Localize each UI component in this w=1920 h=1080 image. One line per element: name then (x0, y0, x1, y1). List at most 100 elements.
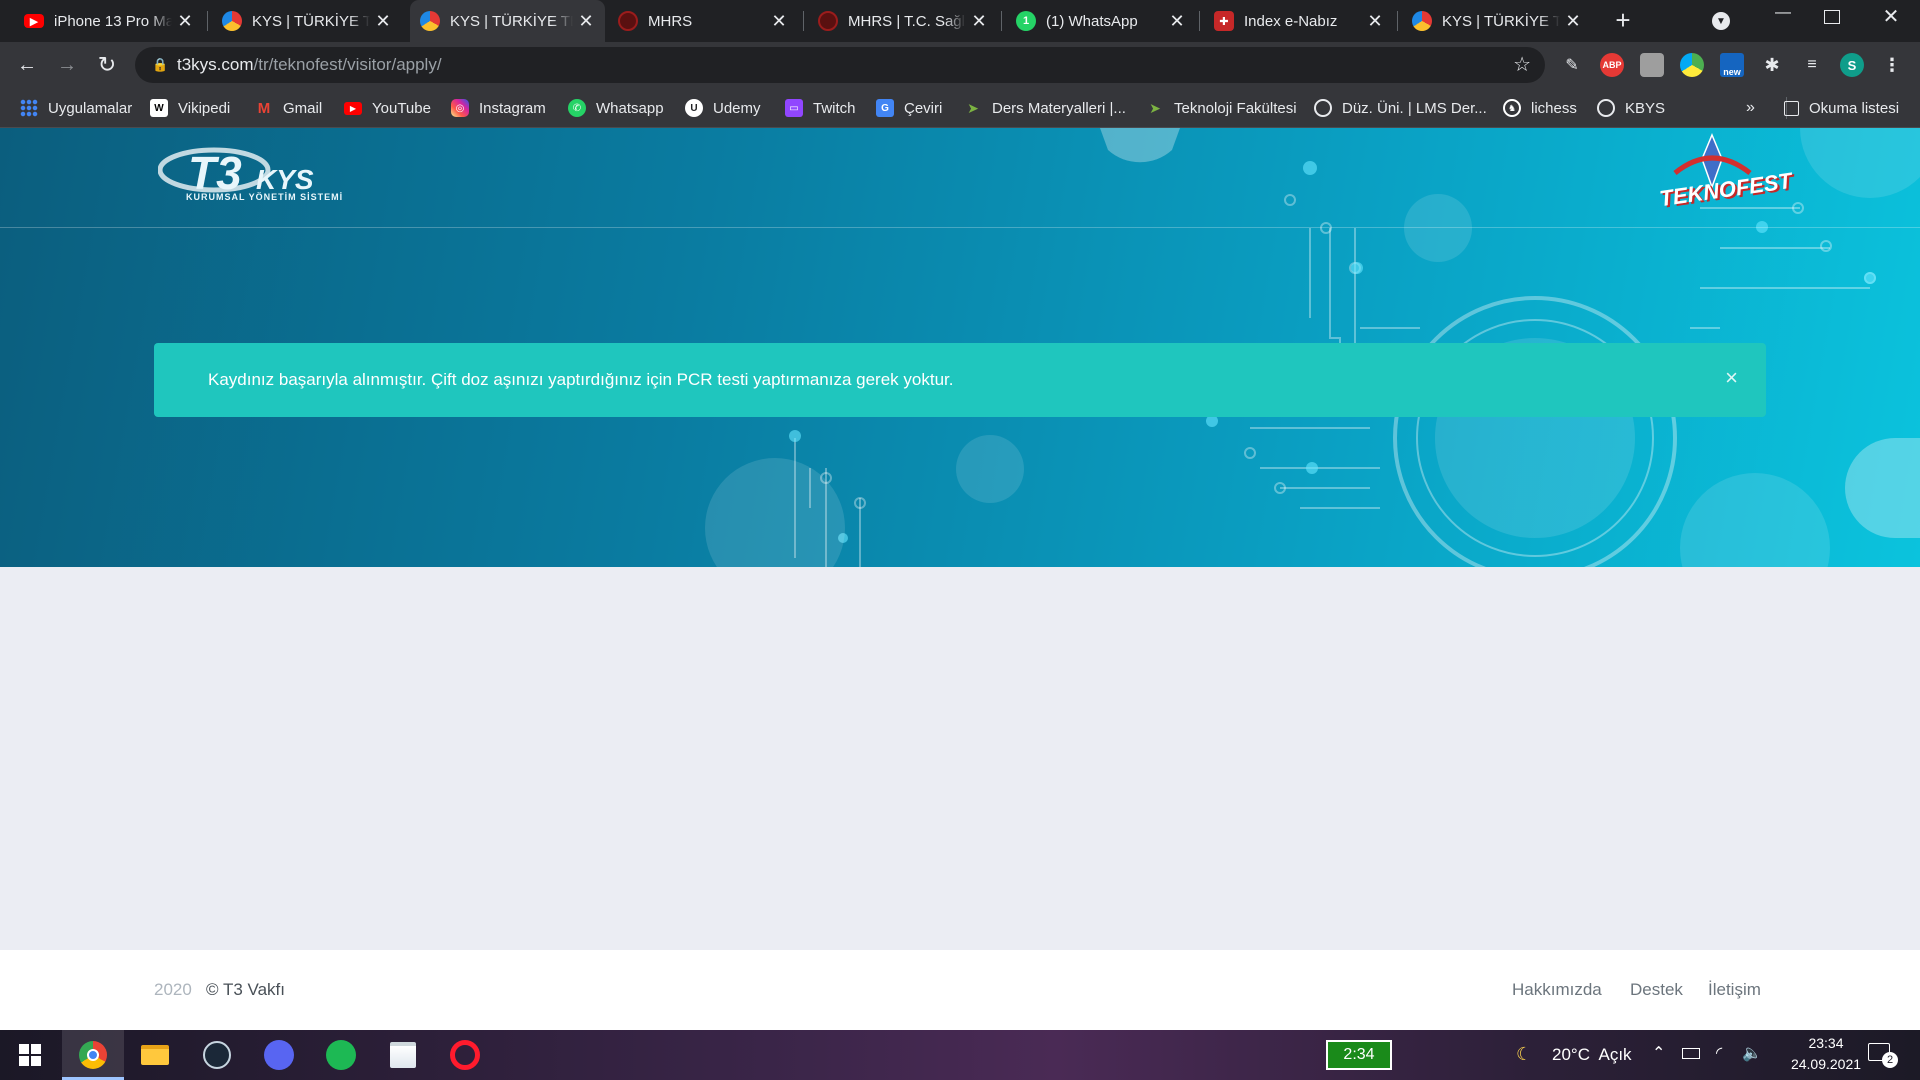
bookmark-ders-materyalleri[interactable]: ➤ Ders Materyalleri |... (964, 97, 1126, 119)
pen-extension-icon[interactable]: ✎ (1560, 53, 1584, 77)
mhrs-icon (618, 11, 638, 31)
chevron-up-icon[interactable]: ⌃ (1652, 1043, 1665, 1063)
apps-grid-icon (20, 99, 38, 117)
file-explorer-icon[interactable] (138, 1038, 172, 1072)
close-tab-icon[interactable]: ✕ (766, 11, 792, 32)
windows-start-icon[interactable] (13, 1038, 47, 1072)
kys-icon (420, 11, 440, 31)
gear-decoration-right (1845, 438, 1920, 538)
tab-4[interactable]: MHRS | T.C. Sağlık ✕ (808, 0, 998, 42)
bookmark-duz-uni-lms[interactable]: Düz. Üni. | LMS Der... (1314, 97, 1487, 119)
tab-search-icon[interactable]: ▼ (1712, 12, 1730, 30)
close-tab-icon[interactable]: ✕ (966, 11, 992, 32)
spotify-icon[interactable] (324, 1038, 358, 1072)
profile-avatar[interactable]: S (1840, 53, 1864, 77)
weather-moon-icon[interactable]: ☾ (1516, 1044, 1532, 1065)
battery-icon[interactable] (1682, 1048, 1700, 1059)
close-tab-icon[interactable]: ✕ (1164, 11, 1190, 32)
alert-close-button[interactable]: × (1725, 365, 1738, 391)
globe-icon (1597, 99, 1615, 117)
new-badge-extension-icon[interactable]: new (1720, 53, 1744, 77)
close-tab-icon[interactable]: ✕ (172, 11, 198, 32)
tab-5[interactable]: 1 (1) WhatsApp ✕ (1006, 0, 1196, 42)
extension-gray-icon[interactable] (1640, 53, 1664, 77)
bookmark-star-icon[interactable]: ☆ (1513, 47, 1531, 83)
close-tab-icon[interactable]: ✕ (1560, 11, 1586, 32)
t3kys-logo[interactable]: T3 KYS KURUMSAL YÖNETİM SİSTEMİ (157, 144, 383, 204)
microsoft-store-icon[interactable] (386, 1038, 420, 1072)
bookmark-teknoloji-fakultesi[interactable]: ➤ Teknoloji Fakültesi (1146, 97, 1296, 119)
close-window-button[interactable]: ✕ (1876, 4, 1906, 34)
back-button[interactable]: ← (12, 50, 42, 80)
tab-1[interactable]: KYS | TÜRKİYE TEK ✕ (212, 0, 402, 42)
footer-link-iletisim[interactable]: İletişim (1708, 980, 1761, 1000)
adblock-plus-icon[interactable]: ABP (1600, 53, 1624, 77)
url-path: /tr/teknofest/visitor/apply/ (253, 55, 442, 74)
whatsapp-icon: ✆ (568, 99, 586, 117)
footer-copyright: © T3 Vakfı (206, 980, 285, 999)
discord-icon[interactable] (262, 1038, 296, 1072)
bookmarks-overflow-button[interactable]: » (1746, 97, 1755, 119)
new-tab-button[interactable]: + (1608, 6, 1638, 36)
opera-icon[interactable] (448, 1038, 482, 1072)
bookmark-udemy[interactable]: U Udemy (685, 97, 761, 119)
close-tab-icon[interactable]: ✕ (370, 11, 396, 32)
tab-2-active[interactable]: KYS | TÜRKİYE TEK ✕ (410, 0, 605, 42)
tab-6[interactable]: ✚ Index e-Nabız ✕ (1204, 0, 1394, 42)
bookmark-vikipedi[interactable]: W Vikipedi (150, 97, 230, 119)
volume-icon[interactable]: 🔈 (1742, 1043, 1762, 1063)
address-bar[interactable]: 🔒 t3kys.com/tr/teknofest/visitor/apply/ … (135, 47, 1545, 83)
tab-strip: ▶ iPhone 13 Pro Ma ✕ KYS | TÜRKİYE TEK ✕… (0, 0, 1920, 42)
reload-button[interactable]: ↻ (92, 50, 122, 80)
tab-0[interactable]: ▶ iPhone 13 Pro Ma ✕ (14, 0, 204, 42)
translate-icon: G (876, 99, 894, 117)
minimize-button[interactable]: — (1768, 4, 1798, 34)
tab-title: MHRS | T.C. Sağlık (848, 12, 966, 30)
forward-button[interactable]: → (52, 50, 82, 80)
teknofest-logo[interactable]: TEKNOFEST (1655, 133, 1793, 213)
bookmark-lichess[interactable]: ♞ lichess (1503, 97, 1577, 119)
youtube-icon: ▶ (344, 101, 362, 115)
leaf-icon: ➤ (1149, 99, 1161, 116)
close-tab-icon[interactable]: ✕ (573, 11, 599, 32)
restore-button[interactable] (1824, 10, 1840, 24)
bookmark-label: Twitch (813, 99, 856, 117)
bookmark-kbys[interactable]: KBYS (1597, 97, 1665, 119)
wikipedia-icon: W (150, 99, 168, 117)
bookmark-label: Ders Materyalleri |... (992, 99, 1126, 117)
bookmark-youtube[interactable]: ▶ YouTube (344, 97, 431, 119)
bookmark-twitch[interactable]: ▭ Twitch (785, 97, 856, 119)
bookmark-label: KBYS (1625, 99, 1666, 117)
battery-overlay-widget[interactable]: 2:34 (1326, 1040, 1392, 1070)
bookmark-apps[interactable]: Uygulamalar (20, 97, 132, 119)
lock-icon[interactable]: 🔒 (152, 47, 168, 83)
tab-title: KYS | TÜRKİYE TEK (1442, 12, 1560, 30)
footer-link-hakkimizda[interactable]: Hakkımızda (1512, 980, 1602, 1000)
bookmark-label: Vikipedi (178, 99, 231, 117)
steam-icon[interactable] (200, 1038, 234, 1072)
reading-list-icon (1784, 100, 1799, 116)
extensions-puzzle-icon[interactable]: ✱ (1760, 53, 1784, 77)
gear-decoration (1100, 128, 1180, 163)
clock-time[interactable]: 23:34 (1786, 1035, 1866, 1051)
weather-text[interactable]: 20°C Açık (1552, 1045, 1632, 1065)
menu-kebab-icon[interactable]: ⋮ (1880, 53, 1904, 77)
taskbar-chrome-active[interactable] (62, 1030, 124, 1080)
reading-list-button[interactable]: Okuma listesi (1784, 97, 1899, 119)
page-footer: 2020 © T3 Vakfı Hakkımızda Destek İletiş… (0, 950, 1920, 1030)
clock-date[interactable]: 24.09.2021 (1776, 1056, 1876, 1072)
bookmark-ceviri[interactable]: G Çeviri (876, 97, 942, 119)
close-tab-icon[interactable]: ✕ (1362, 11, 1388, 32)
colorful-extension-icon[interactable] (1680, 53, 1704, 77)
tab-3[interactable]: MHRS ✕ (608, 0, 798, 42)
mhrs-icon (818, 11, 838, 31)
bookmark-gmail[interactable]: M Gmail (255, 97, 322, 119)
tab-7[interactable]: KYS | TÜRKİYE TEK ✕ (1402, 0, 1592, 42)
bookmark-label: Udemy (713, 99, 761, 117)
bookmark-instagram[interactable]: ◎ Instagram (451, 97, 546, 119)
footer-link-destek[interactable]: Destek (1630, 980, 1683, 1000)
bookmark-whatsapp[interactable]: ✆ Whatsapp (568, 97, 664, 119)
network-icon[interactable]: ◜ (1716, 1043, 1722, 1063)
enabiz-icon: ✚ (1214, 11, 1234, 31)
media-control-icon[interactable]: ≡ (1800, 53, 1824, 77)
